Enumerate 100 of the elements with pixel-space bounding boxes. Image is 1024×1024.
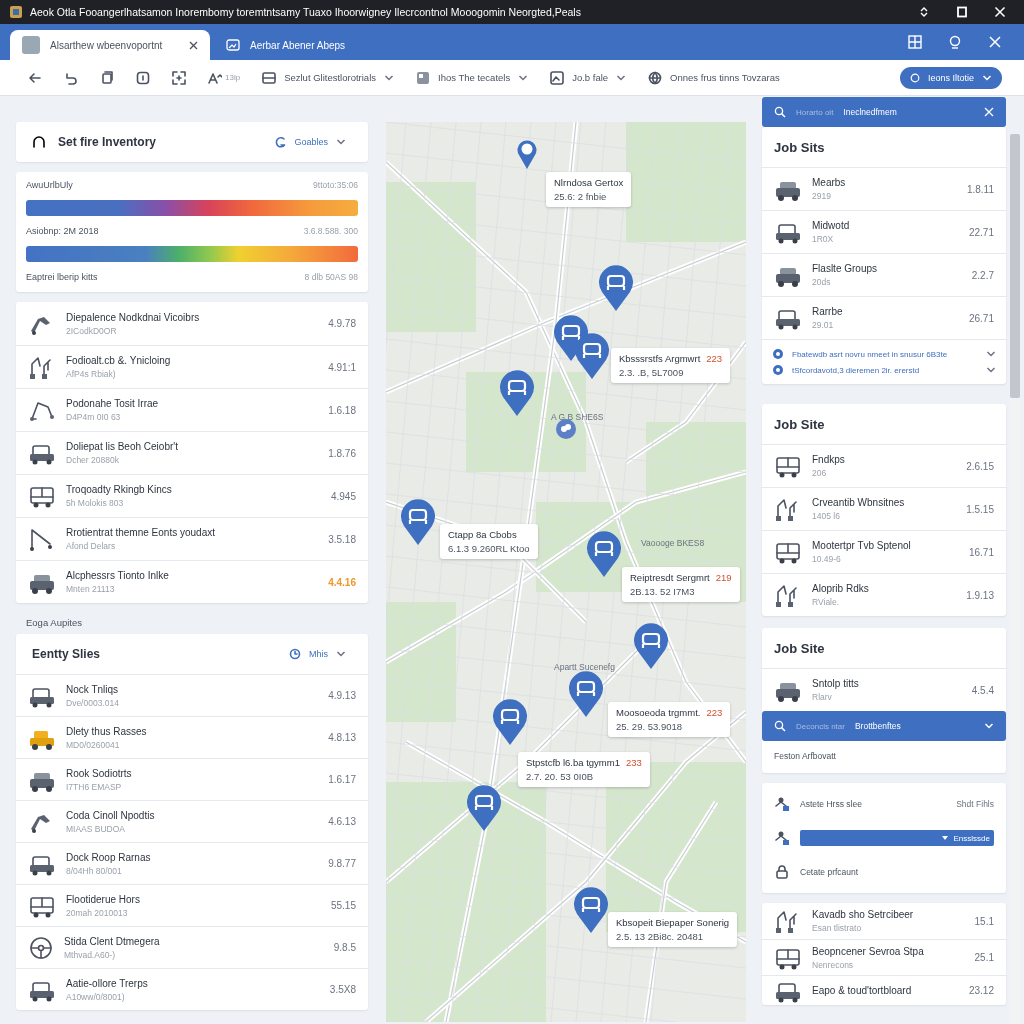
item-detail: Rlarv: [812, 692, 833, 702]
toolbar-dropdown[interactable]: Ihos The tecatels: [416, 70, 529, 85]
map-pin-icon[interactable]: [584, 530, 624, 578]
list-row[interactable]: Dock Roop Rarnas 8/04Hh 80/001 9.8.77: [16, 842, 368, 884]
list-row[interactable]: Aatie-ollore Trerps A10ww/0/8001) 3.5X8: [16, 968, 368, 1010]
undo-icon[interactable]: [64, 70, 78, 85]
maximize-icon[interactable]: [956, 6, 968, 18]
item-value: 4.5.4: [971, 684, 994, 696]
chevron-down-icon: [982, 73, 992, 82]
toolbar-dropdown[interactable]: Sezlut Glitestlorotrials: [262, 70, 394, 85]
list-row[interactable]: Rarrbe 29.01 26.71: [762, 296, 1006, 339]
item-name: Eapo & toud'tortbloard: [812, 985, 913, 996]
image-icon: [550, 70, 565, 85]
map-pin-icon[interactable]: [596, 264, 636, 312]
item-detail: 2919: [812, 191, 832, 201]
item-detail: Mnten 21113: [66, 584, 116, 594]
street-label: A G.B SHE6S: [551, 412, 604, 422]
map-pin-icon[interactable]: [571, 886, 611, 934]
panel-title: Set fire Inventory: [58, 135, 158, 149]
bar-label: Eaptrei lberip kitts: [26, 272, 98, 282]
tab[interactable]: Alsarthew wbeenvoportnt: [10, 30, 210, 60]
callout-coordinates: 2.3. .B, 5L7009: [619, 367, 685, 378]
list-row[interactable]: Aloprib Rdks RViale. 1.9.13: [762, 573, 1006, 616]
item-value: 3.5X8: [329, 984, 356, 995]
item-name: Mootertpr Tvb Sptenol: [812, 540, 912, 551]
dropdown-field[interactable]: Deconcls ntar Brottbenftes: [762, 711, 1006, 741]
close-icon[interactable]: [189, 40, 198, 50]
map-pin-icon[interactable]: [572, 332, 612, 380]
item-value: 1.6.17: [328, 774, 356, 785]
list-row[interactable]: Dlety thus Rasses MD0/0260041 4.8.13: [16, 716, 368, 758]
list-row[interactable]: Alcphessrs Tionto Inlke Mnten 21113 4.4.16: [16, 560, 368, 603]
filter-dropdown[interactable]: Goables: [268, 135, 352, 149]
list-row[interactable]: Beopncener Sevroa Stpa Nenrecons 25.1: [762, 939, 1006, 975]
callout-code: 223: [706, 353, 723, 364]
list-row[interactable]: Crveantib Wbnsitnes 1405 l6 1.5.15: [762, 487, 1006, 530]
item-name: Stida Clent Dtmegera: [64, 935, 161, 947]
item-name: Podonahe Tosit Irrae: [66, 398, 160, 409]
item-name: Fndkps: [812, 454, 846, 465]
item-detail: I7TH6 EMASP: [66, 781, 123, 792]
list-row[interactable]: Flaslte Groups 20ds 2.2.7: [762, 253, 1006, 296]
list-row[interactable]: Mootertpr Tvb Sptenol 10.49-6 16.71: [762, 530, 1006, 573]
map-pin-icon[interactable]: [631, 622, 671, 670]
back-arrow-icon[interactable]: [28, 70, 42, 85]
item-value: 23.12: [968, 985, 994, 996]
list-row[interactable]: Flootiderue Hors 20mah 2010013 55.15: [16, 884, 368, 926]
note-text: Feston Arfbovatt: [773, 750, 837, 763]
user-icon: [774, 830, 790, 846]
item-name: Fodioalt.cb &. Ynicloing: [66, 355, 172, 366]
list-row[interactable]: Fndkps 206 2.6.15: [762, 444, 1006, 487]
list-row[interactable]: Stida Clent Dtmegera Mthvad.A60-) 9.8.5: [16, 926, 368, 968]
list-row[interactable]: Kavadb sho Setrcibeer Esan tlistrato 15.1: [762, 903, 1006, 939]
list-row[interactable]: Eapo & toud'tortbloard 23.12: [762, 975, 1006, 1005]
chevron-down-icon: [518, 73, 529, 82]
map-pin-icon[interactable]: [490, 698, 530, 746]
status-label: Astete Hrss slee: [800, 799, 863, 809]
callout-title: Nlrndosa Gertox: [554, 177, 624, 188]
primary-button[interactable]: Ieons Iltotie: [899, 66, 1002, 89]
item-value: 4.9.78: [328, 318, 356, 329]
street-label: Apartt Sucenefg: [554, 662, 615, 672]
scrollbar[interactable]: [1010, 134, 1020, 1024]
item-value: 26.71: [968, 312, 994, 324]
map-pin-icon[interactable]: [516, 138, 538, 170]
tab[interactable]: Aerbar Abener Abeps: [214, 30, 358, 60]
list-row[interactable]: Rook Sodiotrts I7TH6 EMASP 1.6.17: [16, 758, 368, 800]
item-detail: AfP4s Rbiak): [66, 369, 117, 379]
item-name: Dlety thus Rasses: [66, 725, 148, 737]
callout-title: Kbsssrstfs Argmwrt: [619, 353, 701, 364]
map-marker-icon[interactable]: [555, 418, 577, 440]
item-name: Dock Roop Rarnas: [66, 851, 152, 863]
notice-text: Fbatewdb asrt novru nmeet in snusur 6B3te: [792, 349, 949, 359]
panel-title: Eentty Slies: [32, 647, 102, 661]
list-row[interactable]: Troqoadty Rkingb Kincs 5h Molokis 803 4.945: [16, 474, 368, 517]
toolbar-link[interactable]: Onnes frus tinns Tovzaras: [648, 70, 780, 85]
text-size-icon: [208, 71, 222, 84]
list-row[interactable]: Diepalence Nodkdnai Vicoibrs 2ICodkD0OR 4.9.78: [16, 302, 368, 345]
copy-icon[interactable]: [100, 70, 114, 85]
item-detail: Mthvad.A60-): [64, 949, 117, 960]
item-name: Rrotientrat themne Eonts youdaxt: [66, 527, 216, 538]
list-row[interactable]: Fodioalt.cb &. Ynicloing AfP4s Rbiak) 4.91:1: [16, 345, 368, 388]
item-value: 4.4.16: [328, 576, 356, 588]
filter-dropdown[interactable]: Mhis: [283, 647, 352, 661]
map-pin-icon[interactable]: [464, 784, 504, 832]
toolbar-dropdown[interactable]: Jo.b fale: [550, 70, 627, 85]
search-field[interactable]: Horarto oit Ineclnedfmem: [762, 97, 1006, 127]
chevron-down-icon: [336, 138, 346, 146]
list-row[interactable]: Mearbs 2919 1.8.11: [762, 167, 1006, 210]
map-pin-icon[interactable]: [566, 670, 606, 718]
street-label: Vaoooge BKES8: [641, 538, 705, 548]
list-row[interactable]: Rrotientrat themne Eonts youdaxt Afond Delars 3.5.18: [16, 517, 368, 560]
map-pin-icon[interactable]: [398, 498, 438, 546]
map-pin-icon[interactable]: [497, 369, 537, 417]
list-row[interactable]: Nock Tnliqs Dve/0003.014 4.9.13: [16, 674, 368, 716]
scrollbar-thumb[interactable]: [1010, 134, 1020, 398]
item-value: 4.6.13: [328, 816, 356, 827]
status-select[interactable]: Ensslssde: [800, 830, 994, 846]
list-row[interactable]: Coda Cinoll Npodtis MIAAS BUDOA 4.6.13: [16, 800, 368, 842]
info-icon[interactable]: [136, 70, 150, 85]
list-row[interactable]: Doliepat lis Beoh Ceiobr't Dcher 20880k 1.8.76: [16, 431, 368, 474]
list-row[interactable]: Midwotd 1R0X 22.71: [762, 210, 1006, 253]
list-row[interactable]: Podonahe Tosit Irrae D4P4m 0I0 63 1.6.18: [16, 388, 368, 431]
